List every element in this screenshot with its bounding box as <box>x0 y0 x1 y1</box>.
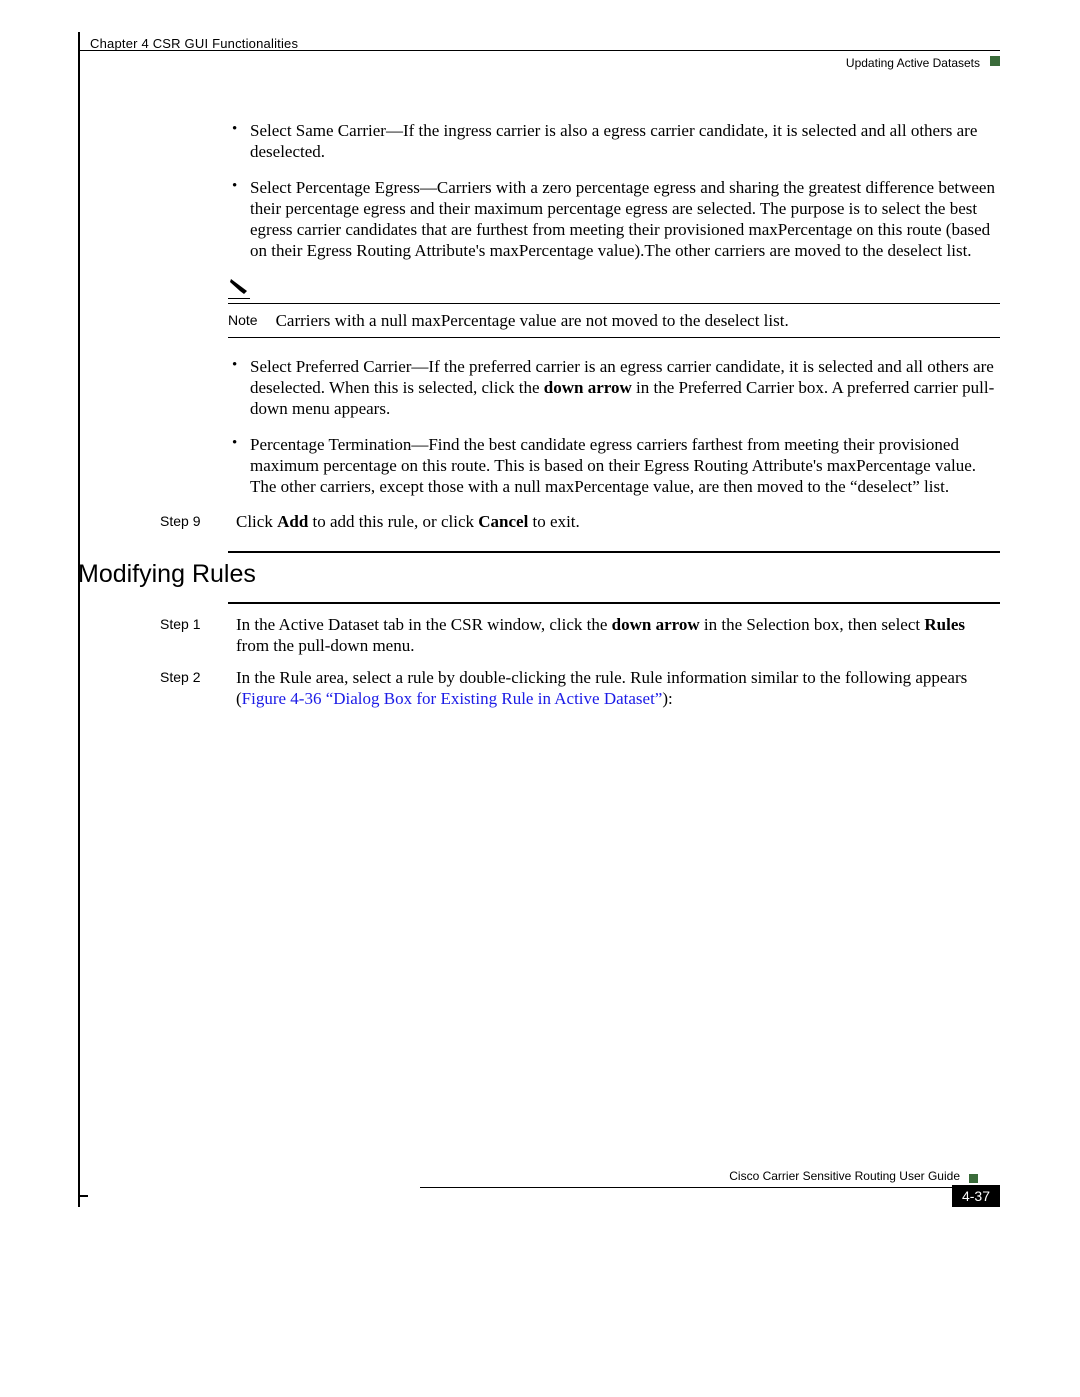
step-text: In the Active Dataset tab in the CSR win… <box>236 614 1000 657</box>
t: to exit. <box>528 512 579 531</box>
t-bold: Add <box>277 512 308 531</box>
page-number: 4-37 <box>952 1185 1000 1207</box>
t-bold: Rules <box>924 615 965 634</box>
t-bold: Cancel <box>478 512 528 531</box>
footer-marker-square <box>969 1174 978 1183</box>
t: In the Active Dataset tab in the CSR win… <box>236 615 612 634</box>
figure-cross-reference[interactable]: Figure 4-36 “Dialog Box for Existing Rul… <box>242 689 663 708</box>
section-start-rule <box>228 602 1000 604</box>
bullet-item: Select Same Carrier—If the ingress carri… <box>228 120 1000 163</box>
bullet-item: Select Percentage Egress—Carriers with a… <box>228 177 1000 262</box>
bullet-item: Percentage Termination—Find the best can… <box>228 434 1000 498</box>
footer-book-title: Cisco Carrier Sensitive Routing User Gui… <box>729 1169 960 1183</box>
heading-modifying-rules: Modifying Rules <box>78 560 256 589</box>
header-marker-square <box>990 56 1000 66</box>
step-row: Step 1 In the Active Dataset tab in the … <box>228 614 1000 657</box>
t: from the pull-down menu. <box>236 636 414 655</box>
section-modifying-rules: Step 1 In the Active Dataset tab in the … <box>228 602 1000 719</box>
running-header-subsection: Updating Active Datasets <box>846 56 980 70</box>
bullet-text-bold: down arrow <box>544 378 632 397</box>
t: Click <box>236 512 277 531</box>
bullet-item: Select Preferred Carrier—If the preferre… <box>228 356 1000 420</box>
t: to add this rule, or click <box>308 512 478 531</box>
step-row: Step 2 In the Rule area, select a rule b… <box>228 667 1000 710</box>
bullet-list-2: Select Preferred Carrier—If the preferre… <box>228 356 1000 498</box>
header-rule <box>78 50 1000 51</box>
bullet-text-pre: Percentage Termination—Find the best can… <box>250 435 976 497</box>
t-bold: down arrow <box>612 615 700 634</box>
note-pen-icon <box>228 276 250 299</box>
bullet-text: Select Percentage Egress—Carriers with a… <box>250 178 995 261</box>
step-row: Step 9 Click Add to add this rule, or cl… <box>228 511 1000 532</box>
page: Chapter 4 CSR GUI Functionalities Updati… <box>0 0 1080 1397</box>
note-text: Carriers with a null maxPercentage value… <box>276 310 1000 331</box>
left-margin-rule <box>78 32 80 1197</box>
bullet-text: Select Same Carrier—If the ingress carri… <box>250 121 977 161</box>
main-content: Select Same Carrier—If the ingress carri… <box>228 120 1000 589</box>
step-text: Click Add to add this rule, or click Can… <box>236 511 1000 532</box>
step-label: Step 2 <box>160 667 216 710</box>
running-header-chapter: Chapter 4 CSR GUI Functionalities <box>90 36 298 51</box>
step-label: Step 1 <box>160 614 216 657</box>
t: ): <box>662 689 672 708</box>
step-text: In the Rule area, select a rule by doubl… <box>236 667 1000 710</box>
t: in the Selection box, then select <box>700 615 925 634</box>
footer-corner-tick <box>78 1195 80 1207</box>
note-label: Note <box>228 310 258 330</box>
footer-rule <box>420 1187 970 1188</box>
section-end-rule <box>228 551 1000 553</box>
step-label: Step 9 <box>160 511 216 532</box>
bullet-list-1: Select Same Carrier—If the ingress carri… <box>228 120 1000 262</box>
note-block: Note Carriers with a null maxPercentage … <box>228 276 1000 338</box>
